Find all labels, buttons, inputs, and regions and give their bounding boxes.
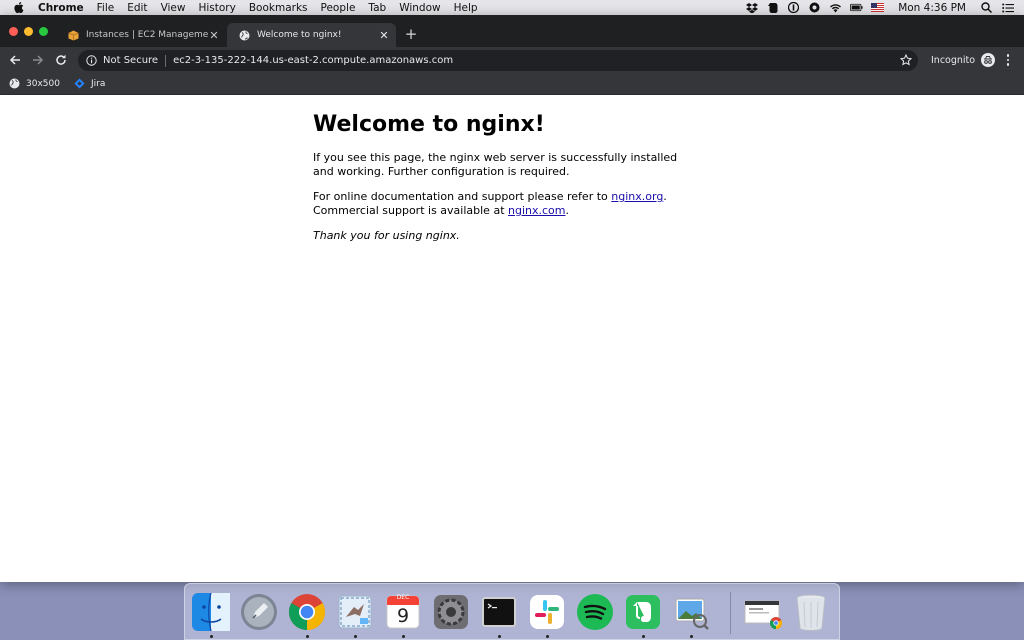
thank-you-emphasis: Thank you for using nginx. [313, 229, 460, 242]
docs-text-period: . [663, 190, 667, 203]
tab-ec2-instances[interactable]: Instances | EC2 Management C ✕ [56, 23, 226, 47]
spotlight-search-icon[interactable] [980, 2, 993, 13]
dock-running-indicator [498, 635, 501, 638]
forward-arrow-icon[interactable] [30, 52, 46, 68]
menu-file[interactable]: File [97, 2, 115, 14]
back-arrow-icon[interactable] [7, 52, 23, 68]
window-minimize-button[interactable] [24, 27, 33, 36]
dock-running-indicator [546, 635, 549, 638]
battery-icon[interactable] [850, 2, 863, 13]
bookmark-star-icon[interactable] [900, 54, 912, 66]
jira-icon [74, 78, 85, 89]
dock-running-indicator [402, 635, 405, 638]
intro-paragraph: If you see this page, the nginx web serv… [313, 151, 678, 178]
tab-strip: Instances | EC2 Management C ✕ Welcome t… [0, 15, 1024, 47]
chrome-window: Instances | EC2 Management C ✕ Welcome t… [0, 15, 1024, 582]
tab-title: Welcome to nginx! [257, 30, 342, 40]
calendar-month: DEC [396, 594, 410, 601]
browser-toolbar: Not Secure ec2-3-135-222-144.us-east-2.c… [0, 47, 1024, 73]
menu-tab[interactable]: Tab [368, 2, 386, 14]
menu-history[interactable]: History [198, 2, 235, 14]
incognito-profile-button[interactable]: Incognito [931, 52, 996, 68]
dock-trash-icon[interactable] [791, 592, 831, 632]
info-icon[interactable] [86, 55, 97, 66]
commercial-support-text: Commercial support is available at [313, 204, 508, 217]
bookmark-label: Jira [90, 78, 106, 89]
dock-minimized-chrome-window-icon[interactable] [743, 592, 783, 632]
chrome-menu-icon[interactable] [1002, 52, 1014, 68]
dock-chrome-icon[interactable] [287, 592, 327, 632]
aws-box-icon [68, 30, 79, 41]
dock-running-indicator [210, 635, 213, 638]
tab-welcome-nginx[interactable]: Welcome to nginx! ✕ [227, 23, 396, 47]
page-viewport: Welcome to nginx! If you see this page, … [0, 95, 1024, 582]
address-bar[interactable]: Not Secure ec2-3-135-222-144.us-east-2.c… [78, 50, 918, 71]
apple-icon[interactable] [14, 2, 24, 13]
thank-you-text: Thank you for using nginx. [313, 229, 683, 243]
dock-spotify-icon[interactable] [575, 592, 615, 632]
onepassword-icon[interactable] [787, 2, 800, 13]
docs-text: For online documentation and support ple… [313, 190, 612, 203]
page-heading: Welcome to nginx! [313, 112, 545, 137]
dock-preview-icon[interactable] [671, 592, 711, 632]
incognito-label: Incognito [931, 54, 976, 66]
bookmarks-bar: 30x500 Jira [0, 73, 1024, 95]
menu-app-chrome[interactable]: Chrome [38, 2, 84, 14]
menu-clock[interactable]: Mon 4:36 PM [898, 2, 966, 14]
commercial-text-period: . [565, 204, 569, 217]
dock-calendar-icon[interactable]: DEC 9 [383, 592, 423, 632]
dock-launchpad-icon[interactable] [239, 592, 279, 632]
security-status-label[interactable]: Not Secure [103, 55, 158, 66]
menu-people[interactable]: People [321, 2, 356, 14]
incognito-icon [981, 53, 996, 67]
dock-mail-icon[interactable] [335, 592, 375, 632]
docs-paragraph: For online documentation and support ple… [313, 190, 683, 218]
nginx-welcome-page: Welcome to nginx! If you see this page, … [313, 110, 683, 254]
dock-system-preferences-icon[interactable] [431, 592, 471, 632]
tab-close-icon[interactable]: ✕ [208, 29, 220, 42]
dock-running-indicator [354, 635, 357, 638]
bookmark-label: 30x500 [26, 78, 60, 89]
dock-terminal-icon[interactable] [479, 592, 519, 632]
menu-edit[interactable]: Edit [127, 2, 147, 14]
tab-title: Instances | EC2 Management C [86, 30, 208, 40]
dock-divider [730, 592, 731, 634]
omnibox-divider [165, 54, 167, 67]
dropbox-icon[interactable] [745, 2, 758, 13]
menu-bookmarks[interactable]: Bookmarks [249, 2, 308, 14]
dock-running-indicator [690, 635, 693, 638]
evernote-menu-icon[interactable] [766, 2, 779, 13]
bookmark-jira[interactable]: Jira [74, 78, 105, 89]
menu-window[interactable]: Window [399, 2, 440, 14]
us-flag-icon[interactable] [871, 2, 885, 13]
reload-icon[interactable] [53, 52, 69, 68]
calendar-day: 9 [396, 605, 410, 627]
wifi-icon[interactable] [829, 2, 842, 13]
macos-menu-bar: Chrome File Edit View History Bookmarks … [0, 0, 1024, 15]
menu-help[interactable]: Help [454, 2, 478, 14]
bookmark-30x500[interactable]: 30x500 [9, 78, 60, 89]
menu-view[interactable]: View [161, 2, 186, 14]
url-text[interactable]: ec2-3-135-222-144.us-east-2.compute.amaz… [173, 55, 453, 66]
dock-evernote-icon[interactable] [623, 592, 663, 632]
window-close-button[interactable] [9, 27, 18, 36]
dock-running-indicator [642, 635, 645, 638]
tab-close-icon[interactable]: ✕ [378, 29, 390, 42]
dock-slack-icon[interactable] [527, 592, 567, 632]
nginx-org-link[interactable]: nginx.org [611, 190, 663, 203]
globe-icon [9, 78, 20, 89]
menu-extras: Mon 4:36 PM [745, 0, 1014, 15]
window-zoom-button[interactable] [39, 27, 48, 36]
macos-dock: DEC 9 [184, 583, 840, 640]
slack-status-icon[interactable] [808, 2, 821, 13]
notification-center-icon[interactable] [1001, 2, 1014, 13]
globe-icon [239, 30, 250, 41]
dock-running-indicator [306, 635, 309, 638]
dock-finder-icon[interactable] [191, 592, 231, 632]
new-tab-plus-icon[interactable]: + [404, 27, 418, 42]
nginx-com-link[interactable]: nginx.com [508, 204, 565, 217]
